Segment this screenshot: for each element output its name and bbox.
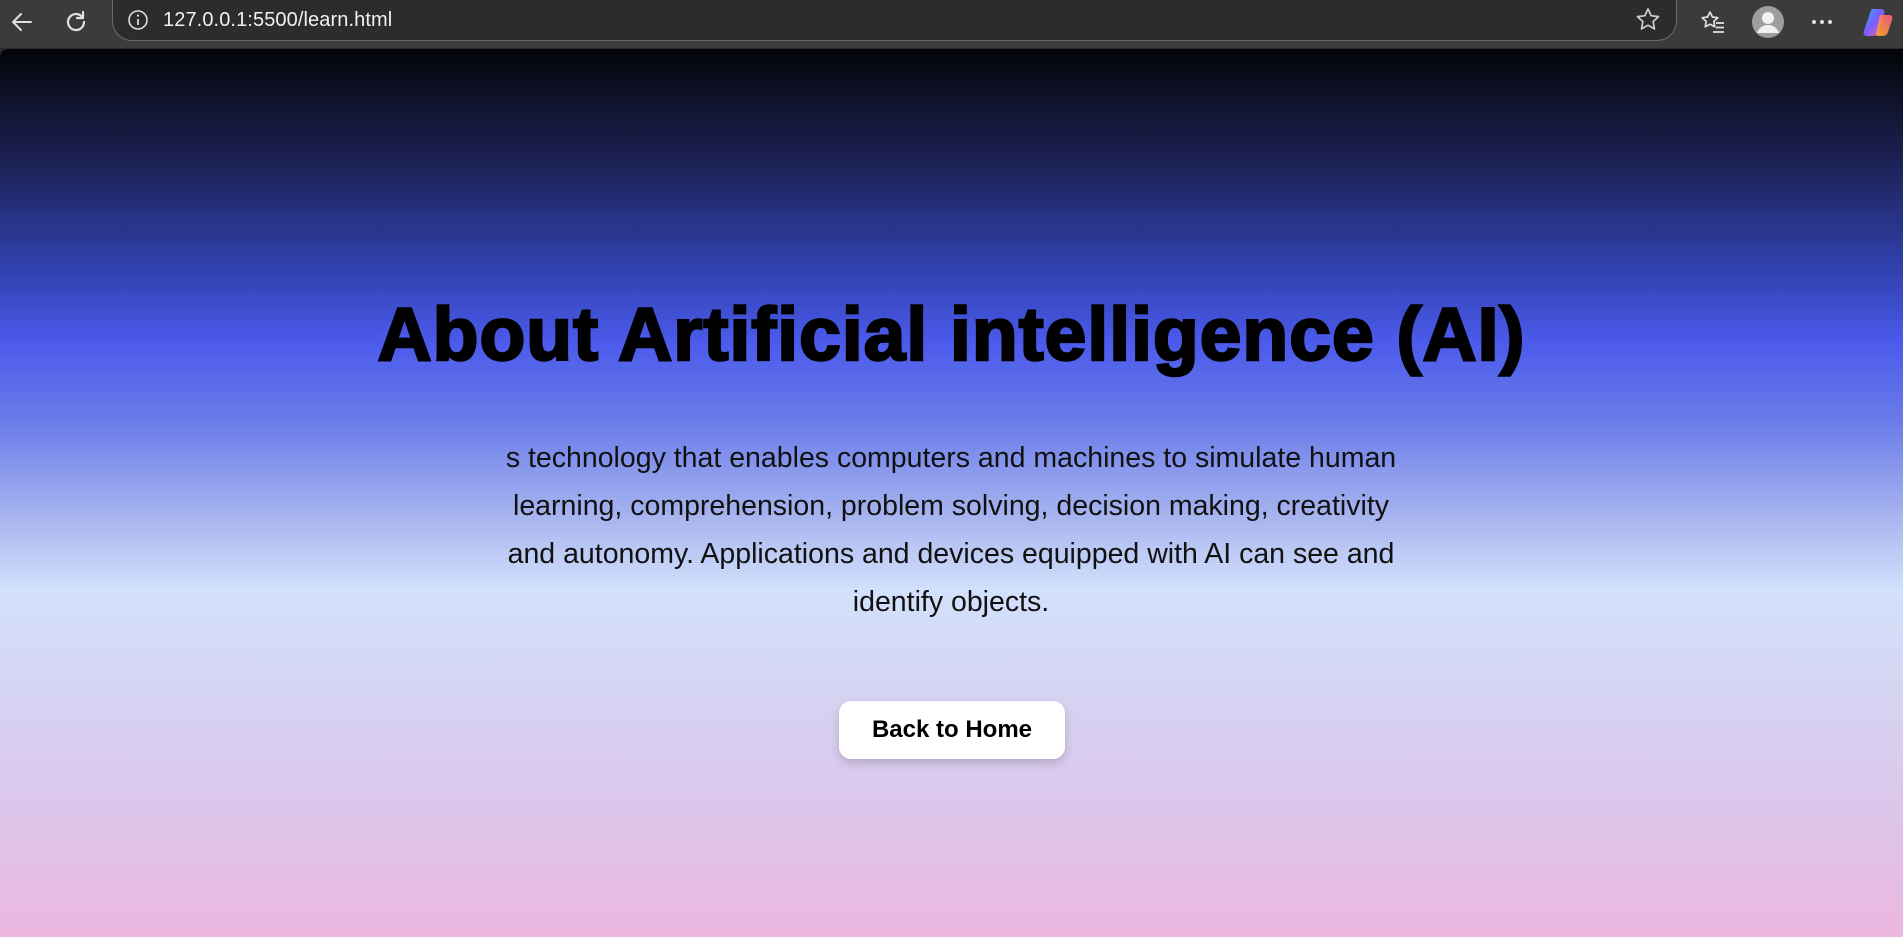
- star-icon[interactable]: [1634, 6, 1662, 34]
- info-icon[interactable]: [127, 9, 149, 31]
- profile-avatar-icon[interactable]: [1750, 4, 1786, 40]
- reload-icon[interactable]: [58, 4, 94, 40]
- back-arrow-icon[interactable]: [4, 4, 40, 40]
- ai-description: s technology that enables computers and …: [505, 442, 1397, 618]
- address-bar[interactable]: 127.0.0.1:5500/learn.html: [112, 0, 1677, 41]
- more-icon[interactable]: [1804, 4, 1840, 40]
- address-url[interactable]: 127.0.0.1:5500/learn.html: [163, 9, 392, 32]
- browser-toolbar: 127.0.0.1:5500/learn.html: [0, 0, 1903, 48]
- copilot-icon[interactable]: [1860, 4, 1896, 40]
- back-to-home-button[interactable]: Back to Home: [839, 701, 1065, 759]
- page-content: About Artificial intelligence (AI) s tec…: [0, 49, 1903, 937]
- page-title: About Artificial intelligence (AI): [376, 291, 1526, 378]
- favorites-icon[interactable]: [1695, 4, 1731, 40]
